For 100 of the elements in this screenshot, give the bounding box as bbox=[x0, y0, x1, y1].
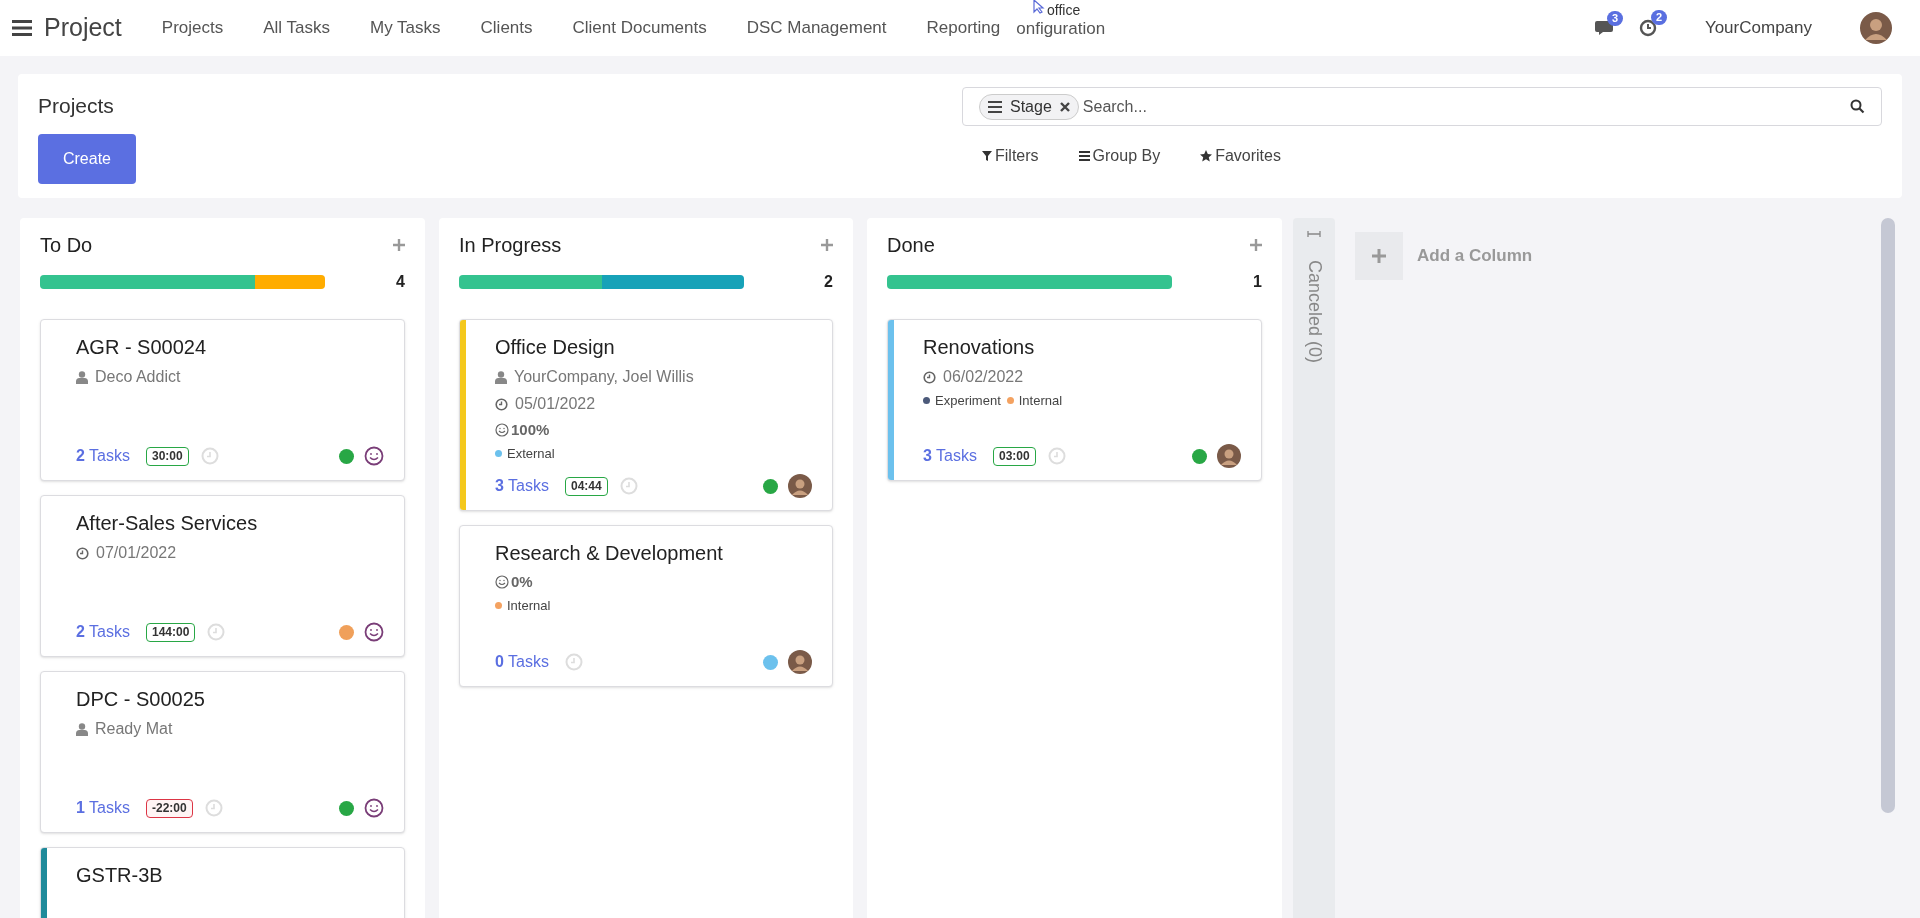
time-badge: 30:00 bbox=[145, 446, 189, 466]
kanban-card[interactable]: DPC - S00025 Ready Mat 1 Tasks -22:00 bbox=[40, 671, 405, 833]
clock-icon bbox=[1047, 447, 1066, 465]
clock-icon bbox=[564, 653, 583, 671]
deadline-date: 05/01/2022 bbox=[515, 394, 596, 414]
menu-icon bbox=[12, 19, 32, 37]
person-icon bbox=[76, 722, 88, 736]
filter-button[interactable]: Favorites bbox=[1200, 144, 1281, 168]
partner-name: YourCompany, Joel Willis bbox=[514, 367, 694, 387]
clock-icon bbox=[923, 370, 936, 384]
deadline-date: 06/02/2022 bbox=[943, 367, 1024, 387]
card-title: Renovations bbox=[923, 335, 1036, 360]
plus-icon bbox=[1372, 249, 1386, 263]
facet-label: Stage bbox=[1010, 96, 1052, 117]
clock-icon bbox=[619, 477, 638, 495]
clock-icon bbox=[207, 623, 226, 641]
plus-icon bbox=[821, 239, 833, 251]
nav-link[interactable]: All Tasks bbox=[263, 15, 330, 41]
scrollbar[interactable] bbox=[1881, 218, 1895, 813]
tag-label: Internal bbox=[507, 596, 551, 615]
smiley-icon bbox=[495, 423, 509, 438]
person-icon bbox=[76, 370, 88, 384]
clock-icon bbox=[200, 447, 219, 465]
chat-icon bbox=[1594, 20, 1615, 36]
column-title: In Progress bbox=[459, 233, 562, 258]
plus-icon bbox=[393, 239, 405, 251]
tasks-link[interactable]: 2 Tasks bbox=[76, 444, 130, 468]
tasks-link[interactable]: 0 Tasks bbox=[495, 650, 549, 674]
avatar bbox=[788, 474, 812, 498]
time-badge: 03:00 bbox=[992, 446, 1036, 466]
avatar bbox=[1860, 12, 1892, 44]
avatar bbox=[788, 650, 812, 674]
clock-icon bbox=[1638, 19, 1657, 37]
list-icon bbox=[1078, 151, 1090, 161]
smiley-icon bbox=[364, 798, 384, 818]
search-icon bbox=[1850, 99, 1865, 114]
clock-icon bbox=[495, 397, 508, 411]
nav-link[interactable]: Clients bbox=[480, 15, 533, 41]
kanban-card[interactable]: GSTR-3B bbox=[40, 847, 405, 918]
tasks-link[interactable]: 3 Tasks bbox=[495, 474, 549, 498]
nav-link[interactable]: Reporting bbox=[926, 15, 1001, 41]
smiley-icon bbox=[364, 622, 384, 642]
notification-badge: 2 bbox=[1650, 10, 1667, 25]
nav-link[interactable]: Client Documents bbox=[572, 15, 707, 41]
smiley-icon bbox=[495, 575, 509, 590]
card-title: AGR - S00024 bbox=[76, 335, 208, 360]
tooltip-text: office bbox=[1047, 3, 1081, 17]
time-badge: -22:00 bbox=[145, 798, 193, 818]
card-title: Office Design bbox=[495, 335, 616, 360]
deadline-date: 07/01/2022 bbox=[96, 543, 177, 563]
star-icon bbox=[1200, 150, 1213, 162]
nav-link[interactable]: onfiguration bbox=[1016, 16, 1106, 42]
tasks-link[interactable]: 1 Tasks bbox=[76, 796, 130, 820]
kanban-card[interactable]: Research & Development 0% Internal 0 Tasks bbox=[459, 525, 833, 687]
partner-name: Deco Addict bbox=[95, 367, 181, 387]
time-badge: 04:44 bbox=[564, 476, 608, 496]
smiley-icon bbox=[364, 446, 384, 466]
tag-label: Internal bbox=[1018, 392, 1063, 410]
column-count: 1 bbox=[1253, 272, 1262, 292]
card-title: GSTR-3B bbox=[76, 863, 164, 888]
nav-link[interactable]: DSC Management bbox=[746, 15, 887, 41]
tasks-link[interactable]: 3 Tasks bbox=[923, 444, 977, 468]
tasks-link[interactable]: 2 Tasks bbox=[76, 620, 130, 644]
clock-icon bbox=[76, 546, 89, 560]
partner-name: Ready Mat bbox=[95, 719, 173, 739]
column-title: Done bbox=[887, 233, 935, 258]
tag-label: Experiment bbox=[935, 392, 1001, 410]
time-badge: 144:00 bbox=[145, 622, 196, 642]
filter-button[interactable]: Filters bbox=[982, 144, 1039, 168]
kanban-card[interactable]: After-Sales Services 07/01/2022 2 Tasks 144:00 bbox=[40, 495, 405, 657]
rating-percent: 0% bbox=[511, 572, 533, 592]
column-count: 4 bbox=[396, 272, 405, 292]
create-button[interactable]: Create bbox=[38, 133, 136, 184]
close-icon bbox=[1059, 101, 1070, 112]
plus-icon bbox=[1250, 239, 1262, 251]
card-title: After-Sales Services bbox=[76, 511, 259, 536]
card-title: DPC - S00025 bbox=[76, 687, 206, 712]
kanban-card[interactable]: Office Design YourCompany, Joel Willis 05/01/2022 100% External 3 Tasks 04:44 bbox=[459, 319, 833, 511]
page-title: Projects bbox=[38, 93, 115, 119]
search-field[interactable]: Stage Search... bbox=[962, 87, 1882, 126]
app-title: Project bbox=[44, 12, 122, 44]
funnel-icon bbox=[982, 151, 992, 161]
folded-column-title: Canceled (0) bbox=[1303, 260, 1326, 364]
kanban-card[interactable]: AGR - S00024 Deco Addict 2 Tasks 30:00 bbox=[40, 319, 405, 481]
avatar bbox=[1217, 444, 1241, 468]
filter-button[interactable]: Group By bbox=[1078, 144, 1161, 168]
notification-badge: 3 bbox=[1606, 11, 1623, 26]
nav-link[interactable]: My Tasks bbox=[370, 15, 441, 41]
person-icon bbox=[495, 370, 507, 384]
kanban-card[interactable]: Renovations 06/02/2022 Experiment Internal 3 Tasks 03:00 bbox=[887, 319, 1262, 481]
expand-icon bbox=[1307, 230, 1321, 238]
column-title: To Do bbox=[40, 233, 93, 258]
nav-link[interactable]: Projects bbox=[161, 15, 224, 41]
company-name[interactable]: YourCompany bbox=[1704, 15, 1812, 41]
tag-label: External bbox=[507, 444, 555, 463]
rating-percent: 100% bbox=[511, 420, 550, 440]
search-facet[interactable]: Stage bbox=[979, 93, 1079, 120]
clock-icon bbox=[204, 799, 223, 817]
column-count: 2 bbox=[824, 272, 833, 292]
list-icon bbox=[988, 100, 1002, 113]
